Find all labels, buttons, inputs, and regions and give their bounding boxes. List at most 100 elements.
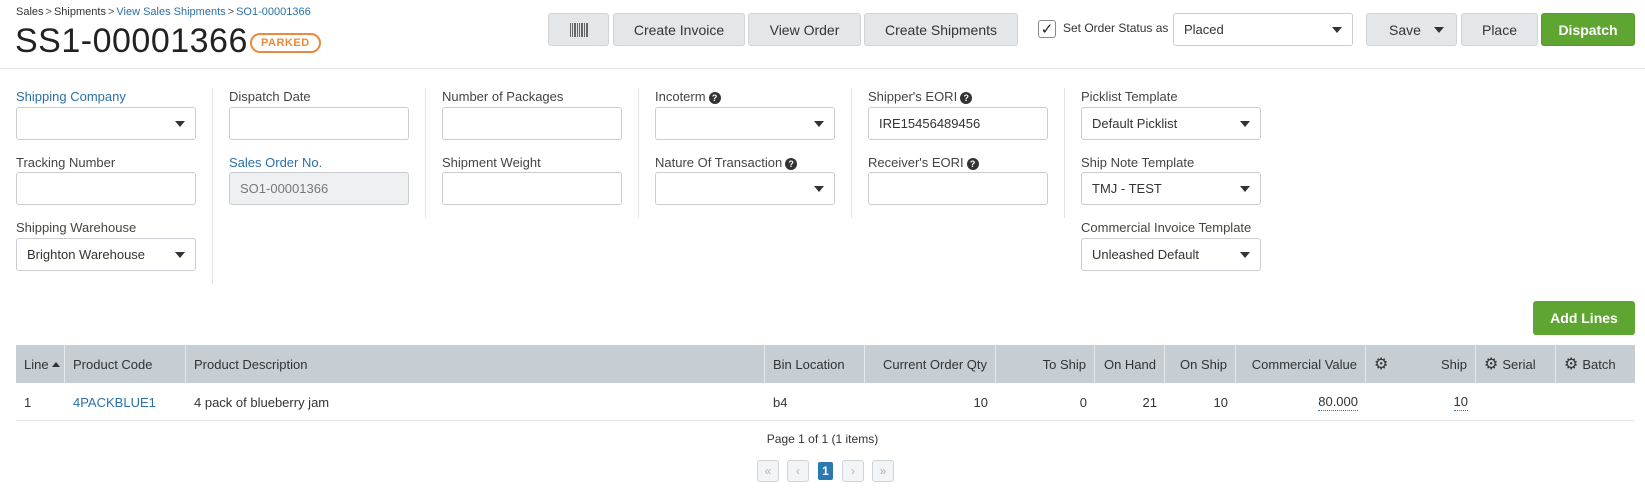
order-status-value: Placed xyxy=(1184,22,1224,37)
sort-ascending-icon xyxy=(52,361,60,367)
lines-table-header: Line Product Code Product Description Bi… xyxy=(16,345,1635,383)
sales-order-no-label[interactable]: Sales Order No. xyxy=(229,155,322,170)
column-header-product-description[interactable]: Product Description xyxy=(186,345,765,383)
shipping-company-label[interactable]: Shipping Company xyxy=(16,89,126,104)
breadcrumb-view-sales-shipments[interactable]: View Sales Shipments xyxy=(116,6,225,18)
column-header-on-hand[interactable]: On Hand xyxy=(1095,345,1165,383)
commercial-invoice-template-select[interactable]: Unleashed Default xyxy=(1081,238,1261,271)
number-of-packages-field[interactable] xyxy=(442,107,622,140)
shipping-warehouse-select[interactable]: Brighton Warehouse xyxy=(16,238,196,271)
help-icon[interactable]: ? xyxy=(785,158,798,170)
next-page-button[interactable]: › xyxy=(842,460,864,482)
column-header-serial[interactable]: ⚙ Serial xyxy=(1476,345,1556,383)
cell-on-hand: 21 xyxy=(1142,394,1157,410)
picklist-template-label: Picklist Template xyxy=(1081,89,1178,104)
breadcrumb-shipments: Shipments xyxy=(53,6,106,18)
shippers-eori-label: Shipper's EORI? xyxy=(868,89,973,104)
chevron-down-icon[interactable] xyxy=(1434,26,1444,33)
picklist-template-select[interactable]: Default Picklist xyxy=(1081,107,1261,140)
gear-icon[interactable]: ⚙ xyxy=(1564,354,1578,374)
cell-commercial-value[interactable]: 80.000 xyxy=(1236,383,1366,421)
cell-product-description: 4 pack of blueberry jam xyxy=(194,394,330,410)
column-header-ship[interactable]: ⚙ Ship xyxy=(1366,345,1476,383)
barcode-button[interactable] xyxy=(548,13,609,46)
set-order-status-label: Set Order Status as xyxy=(1063,21,1169,35)
breadcrumb: Sales > Shipments > View Sales Shipments > SO1… xyxy=(16,6,311,18)
column-header-on-ship[interactable]: On Ship xyxy=(1165,345,1236,383)
previous-page-button[interactable]: ‹ xyxy=(787,460,809,482)
commercial-value-editable[interactable]: 80.000 xyxy=(1318,394,1358,411)
table-row[interactable]: 1 4PACKBLUE1 4 pack of blueberry jam b4 … xyxy=(16,383,1635,421)
tracking-number-field[interactable] xyxy=(16,172,196,205)
save-button[interactable]: Save xyxy=(1366,13,1457,46)
cell-line: 1 xyxy=(24,394,32,410)
column-header-line-label: Line xyxy=(24,356,48,372)
nature-of-transaction-label: Nature Of Transaction? xyxy=(655,155,798,170)
create-shipments-button[interactable]: Create Shipments xyxy=(864,13,1018,46)
help-icon[interactable]: ? xyxy=(966,158,979,170)
ship-qty-editable[interactable]: 10 xyxy=(1453,394,1468,411)
column-header-batch[interactable]: ⚙ Batch xyxy=(1556,345,1635,383)
cell-batch[interactable] xyxy=(1556,383,1635,421)
dispatch-button[interactable]: Dispatch xyxy=(1541,13,1635,46)
current-page-indicator[interactable]: 1 xyxy=(818,462,833,480)
cell-serial[interactable] xyxy=(1476,383,1556,421)
cell-current-order-qty: 10 xyxy=(973,394,988,410)
cell-bin-location: b4 xyxy=(773,394,788,410)
ship-note-template-label: Ship Note Template xyxy=(1081,155,1195,170)
commercial-invoice-template-label: Commercial Invoice Template xyxy=(1081,220,1252,235)
place-button[interactable]: Place xyxy=(1461,13,1538,46)
dispatch-date-label: Dispatch Date xyxy=(229,89,311,104)
chevron-down-icon xyxy=(1240,120,1250,127)
column-header-current-order-qty[interactable]: Current Order Qty xyxy=(865,345,996,383)
first-page-button[interactable]: « xyxy=(757,460,779,482)
shipment-weight-field[interactable] xyxy=(442,172,622,205)
cell-ship[interactable]: 10 xyxy=(1366,383,1476,421)
ship-note-template-select[interactable]: TMJ - TEST xyxy=(1081,172,1261,205)
chevron-down-icon xyxy=(1240,185,1250,192)
page-title: SS1-00001366 xyxy=(15,22,248,60)
header-divider xyxy=(0,68,1645,69)
column-header-to-ship[interactable]: To Ship xyxy=(996,345,1095,383)
column-header-bin-location[interactable]: Bin Location xyxy=(765,345,865,383)
column-header-commercial-value[interactable]: Commercial Value xyxy=(1236,345,1366,383)
gear-icon[interactable]: ⚙ xyxy=(1484,354,1498,374)
chevron-down-icon xyxy=(1240,251,1250,258)
gear-icon[interactable]: ⚙ xyxy=(1374,354,1388,374)
incoterm-select[interactable] xyxy=(655,107,835,140)
breadcrumb-separator: > xyxy=(107,6,115,18)
chevron-down-icon xyxy=(814,120,824,127)
add-lines-button[interactable]: Add Lines xyxy=(1533,301,1635,335)
column-divider xyxy=(1064,88,1065,218)
create-invoice-button[interactable]: Create Invoice xyxy=(613,13,745,46)
chevron-down-icon xyxy=(1332,26,1342,33)
shipment-weight-label: Shipment Weight xyxy=(442,155,541,170)
tracking-number-label: Tracking Number xyxy=(16,155,116,170)
cell-product-code[interactable]: 4PACKBLUE1 xyxy=(65,383,186,421)
commercial-invoice-template-value: Unleashed Default xyxy=(1092,247,1199,262)
last-page-button[interactable]: » xyxy=(872,460,894,482)
number-of-packages-label: Number of Packages xyxy=(442,89,564,104)
breadcrumb-separator: > xyxy=(45,6,52,18)
help-icon[interactable]: ? xyxy=(708,92,721,104)
column-header-serial-label: Serial xyxy=(1502,356,1536,372)
help-icon[interactable]: ? xyxy=(960,92,973,104)
column-divider xyxy=(212,88,213,284)
barcode-icon xyxy=(569,22,588,37)
cell-on-ship: 10 xyxy=(1213,394,1228,410)
receivers-eori-field[interactable] xyxy=(868,172,1048,205)
ship-note-template-value: TMJ - TEST xyxy=(1092,181,1162,196)
nature-of-transaction-select[interactable] xyxy=(655,172,835,205)
check-icon: ✓ xyxy=(1040,20,1054,38)
column-header-product-code[interactable]: Product Code xyxy=(65,345,186,383)
dispatch-date-field[interactable] xyxy=(229,107,409,140)
view-order-button[interactable]: View Order xyxy=(748,13,861,46)
breadcrumb-sales-order[interactable]: SO1-00001366 xyxy=(236,6,311,18)
shipping-company-select[interactable] xyxy=(16,107,196,140)
column-header-line[interactable]: Line xyxy=(16,345,65,383)
receivers-eori-label-text: Receiver's EORI xyxy=(868,155,964,170)
shippers-eori-field[interactable]: IRE15456489456 xyxy=(868,107,1048,140)
set-order-status-checkbox[interactable]: ✓ xyxy=(1038,20,1056,38)
order-status-select[interactable]: Placed xyxy=(1173,13,1353,46)
shipping-warehouse-label: Shipping Warehouse xyxy=(16,220,137,235)
